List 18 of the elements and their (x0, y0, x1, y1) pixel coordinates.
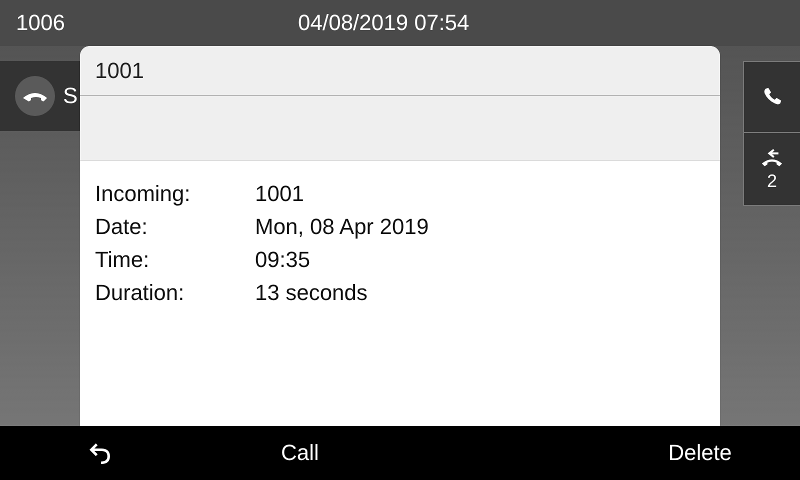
line-label: S (63, 83, 78, 109)
handset-icon (15, 76, 55, 116)
detail-value: 1001 (255, 180, 304, 206)
call-count: 2 (766, 170, 777, 192)
detail-value: Mon, 08 Apr 2019 (255, 214, 429, 240)
detail-value: 09:35 (255, 246, 310, 272)
softkey-button[interactable]: Call (275, 436, 325, 470)
call-button[interactable] (744, 62, 800, 133)
recents-button[interactable]: 2 (744, 133, 800, 205)
missed-call-icon (761, 146, 783, 168)
detail-label: Duration: (95, 280, 186, 306)
detail-label: Time: (95, 246, 150, 272)
date-time: 04/08/2019 07:54 (298, 10, 470, 36)
detail-label: Date: (95, 214, 149, 240)
extension-number: 1006 (16, 10, 65, 36)
detail-label: Incoming: (95, 180, 192, 206)
softkey-button[interactable]: Delete (662, 436, 738, 470)
detail-value: 13 seconds (255, 280, 368, 306)
